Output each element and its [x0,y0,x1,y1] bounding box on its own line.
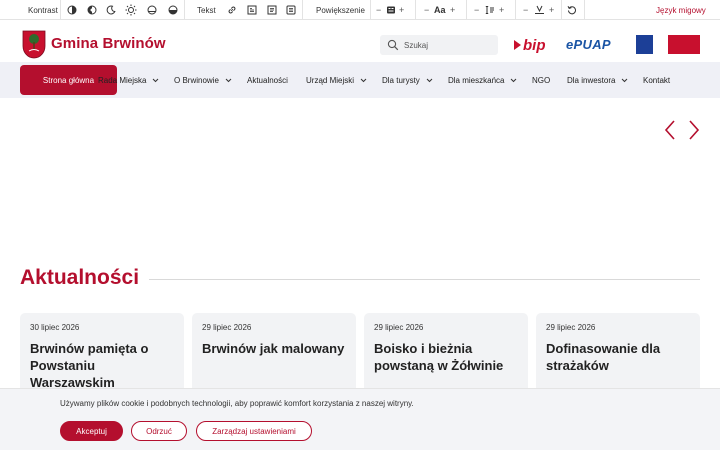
budget-logo[interactable] [636,35,653,54]
letter-spacing-increase-button[interactable]: + [549,0,554,20]
contrast-label: Kontrast [28,5,58,15]
nav-item-label: Urząd Miejski [306,75,355,85]
bip-label: bip [523,36,546,54]
contrast-half-icon[interactable] [66,0,78,20]
toolbar-divider [415,0,416,20]
site-name[interactable]: Gmina Brwinów [51,35,166,52]
chevron-left-icon[interactable] [664,120,676,140]
news-title[interactable]: Boisko i bieżnia powstaną w Żółwinie [374,340,524,374]
dark-mode-icon[interactable] [105,0,117,20]
accessibility-toolbar: Kontrast Tekst Powiększenie − + − Aa + − [0,0,720,20]
text-align-icon[interactable] [266,0,278,20]
nav-item-investors[interactable]: Dla inwestora [567,65,628,95]
reader-icon[interactable] [246,0,258,20]
toolbar-divider [515,0,516,20]
sign-language-link[interactable]: Język migowy [656,0,706,20]
search-box[interactable] [380,35,498,55]
font-increase-button[interactable]: + [450,0,455,20]
bip-link[interactable]: bip [513,36,546,54]
font-size-icon: Aa [434,5,446,15]
chevron-down-icon [511,78,517,82]
nav-item-label: Dla inwestora [567,75,616,85]
cookie-message: Używamy plików cookie i podobnych techno… [60,399,414,408]
nav-item-residents[interactable]: Dla mieszkańca [448,65,517,95]
light-mode-icon[interactable] [125,0,137,20]
nav-item-label: Dla mieszkańca [448,75,505,85]
toolbar-divider [370,0,371,20]
nav-item-city-office[interactable]: Urząd Miejski [306,65,367,95]
news-title[interactable]: Brwinów pamięta o Powstaniu Warszawskim [30,340,180,391]
chevron-right-icon[interactable] [688,120,700,140]
reject-cookies-button[interactable]: Odrzuć [131,421,187,441]
chevron-down-icon [153,78,159,82]
guide-logo[interactable] [668,35,700,54]
zoom-label: Powiększenie [316,5,365,15]
chevron-down-icon [622,78,628,82]
news-date: 30 lipiec 2026 [30,323,80,332]
nav-item-label: Dla turysty [382,75,420,85]
nav-item-city-council[interactable]: Rada Miejska [98,65,159,95]
toolbar-divider [466,0,467,20]
link-icon[interactable] [226,0,238,20]
epuap-link[interactable]: ePUAP [566,37,611,52]
letter-spacing-decrease-button[interactable]: − [523,0,528,20]
hero-slider [0,98,720,248]
epuap-label: ePUAP [566,37,611,52]
toolbar-divider [561,0,562,20]
nav-item-label: Aktualności [247,75,288,85]
search-icon [387,39,399,51]
toolbar-divider [584,0,585,20]
manage-cookies-button[interactable]: Zarządzaj ustawieniami [196,421,312,441]
news-title[interactable]: Brwinów jak malowany [202,340,352,357]
news-section-title: Aktualności [20,266,140,289]
nav-item-label: Strona główna [42,75,95,85]
readable-font-icon[interactable] [285,0,297,20]
line-height-increase-button[interactable]: + [499,0,504,20]
zoom-decrease-button[interactable]: − [376,0,381,20]
nav-item-label: O Brwinowie [174,75,219,85]
main-nav: Strona główna Rada Miejska O Brwinowie A… [0,62,720,98]
nav-item-tourists[interactable]: Dla turysty [382,65,433,95]
high-contrast-icon[interactable] [167,0,179,20]
nav-item-label: Rada Miejska [98,75,147,85]
bip-flag-icon [514,40,521,50]
nav-item-label: NGO [532,75,551,85]
news-date: 29 lipiec 2026 [546,323,596,332]
zoom-increase-button[interactable]: + [399,0,404,20]
search-input[interactable] [404,40,489,50]
line-height-icon [484,0,496,20]
chevron-down-icon [426,78,433,82]
coat-of-arms-logo[interactable] [22,30,46,59]
nav-item-ngo[interactable]: NGO [532,65,550,95]
nav-item-contact[interactable]: Kontakt [643,65,670,95]
accept-cookies-button[interactable]: Akceptuj [60,421,123,441]
contrast-invert-icon[interactable] [86,0,98,20]
nav-item-about[interactable]: O Brwinowie [174,65,232,95]
text-label: Tekst [197,5,216,15]
reset-icon[interactable] [566,0,578,20]
line-height-decrease-button[interactable]: − [474,0,479,20]
nav-item-label: Kontakt [643,75,671,85]
news-date: 29 lipiec 2026 [202,323,252,332]
toolbar-divider [302,0,303,20]
toolbar-divider [184,0,185,20]
font-decrease-button[interactable]: − [424,0,429,20]
grayscale-icon[interactable] [146,0,158,20]
chevron-down-icon [360,78,367,82]
letter-spacing-icon [533,0,545,20]
cookie-banner: Używamy plików cookie i podobnych techno… [0,388,720,450]
zoom-icon [385,0,397,20]
section-divider [149,279,700,280]
news-title[interactable]: Dofinasowanie dla strażaków [546,340,696,374]
toolbar-divider [60,0,61,20]
nav-item-news[interactable]: Aktualności [247,65,288,95]
chevron-down-icon [225,78,232,82]
news-date: 29 lipiec 2026 [374,323,424,332]
